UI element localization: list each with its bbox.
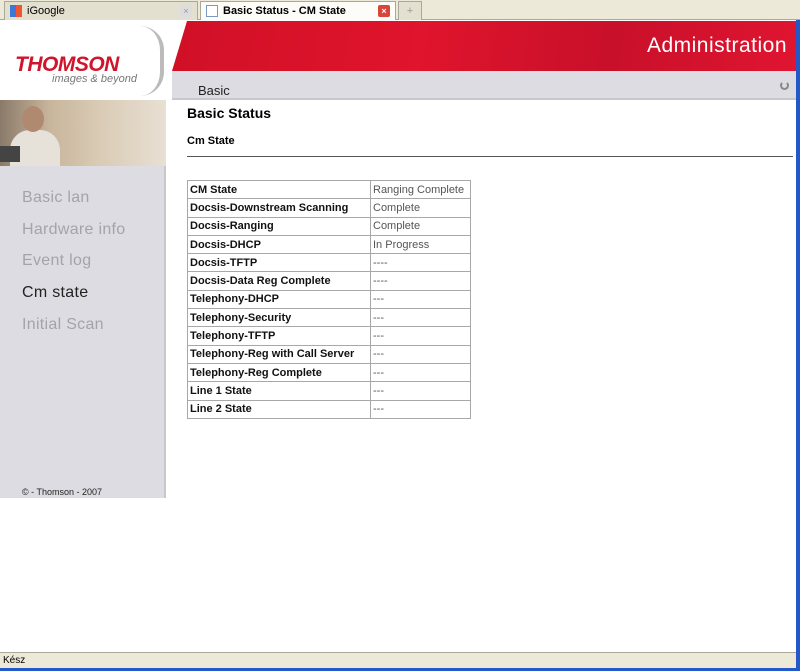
status-text: Kész (3, 655, 26, 666)
row-label: CM State (187, 179, 371, 200)
sidebar: Basic lan Hardware info Event log Cm sta… (0, 100, 166, 498)
header-banner: Administration (172, 21, 796, 71)
sidebar-item-hardware-info[interactable]: Hardware info (22, 221, 126, 239)
table-row: Line 2 State --- (187, 399, 471, 419)
sidebar-item-event-log[interactable]: Event log (22, 252, 91, 270)
table-row: Docsis-Data Reg Complete ---- (187, 271, 471, 291)
close-tab-icon[interactable]: × (378, 5, 390, 17)
table-row: Telephony-TFTP --- (187, 326, 471, 346)
loading-spinner-icon (780, 81, 789, 90)
row-label: Docsis-Downstream Scanning (187, 198, 371, 218)
page-title: Basic Status (187, 105, 272, 121)
tab-label: Basic Status - CM State (223, 5, 346, 17)
sidebar-item-basic-lan[interactable]: Basic lan (22, 189, 90, 207)
tab-igoogle[interactable]: iGoogle × (4, 1, 198, 20)
row-label: Docsis-TFTP (187, 253, 371, 273)
row-value: In Progress (370, 234, 471, 255)
row-label: Telephony-Reg Complete (187, 362, 371, 383)
table-row: Docsis-Downstream Scanning Complete (187, 198, 471, 218)
google-icon (10, 5, 22, 17)
cm-state-table: CM State Ranging Complete Docsis-Downstrea… (187, 179, 471, 419)
row-value: Complete (370, 216, 471, 236)
sidebar-item-cm-state[interactable]: Cm state (22, 284, 88, 302)
logo-swoosh-icon (140, 26, 164, 96)
row-label: Docsis-Ranging (187, 216, 371, 236)
header-photo (0, 100, 166, 166)
page: THOMSON images & beyond Administration B… (0, 21, 796, 651)
new-tab-button[interactable]: + (398, 1, 422, 20)
table-row: Docsis-TFTP ---- (187, 253, 471, 273)
plus-icon: + (406, 5, 414, 17)
row-value: --- (370, 399, 471, 419)
row-label: Telephony-Reg with Call Server (187, 344, 371, 364)
tab-label: iGoogle (27, 5, 65, 17)
row-label: Docsis-DHCP (187, 234, 371, 255)
table-row: Line 1 State --- (187, 381, 471, 401)
row-value: --- (370, 326, 471, 346)
row-value: ---- (370, 253, 471, 273)
sidebar-item-initial-scan[interactable]: Initial Scan (22, 316, 104, 334)
nav-basic[interactable]: Basic (198, 83, 230, 98)
row-value: Ranging Complete (370, 179, 471, 200)
row-value: --- (370, 289, 471, 310)
table-row: Docsis-Ranging Complete (187, 216, 471, 236)
row-label: Docsis-Data Reg Complete (187, 271, 371, 291)
row-label: Line 2 State (187, 399, 371, 419)
row-label: Telephony-Security (187, 308, 371, 328)
brand-tagline: images & beyond (52, 73, 137, 85)
row-value: --- (370, 381, 471, 401)
table-row: Telephony-DHCP --- (187, 289, 471, 310)
main-content: Basic Status Cm State (187, 105, 272, 147)
status-bar: Kész (0, 652, 800, 668)
row-value: --- (370, 362, 471, 383)
logo: THOMSON images & beyond (0, 21, 185, 99)
close-tab-icon[interactable]: × (180, 5, 192, 17)
copyright: © - Thomson - 2007 (22, 487, 103, 497)
table-row: Telephony-Security --- (187, 308, 471, 328)
row-label: Line 1 State (187, 381, 371, 401)
table-row: Telephony-Reg Complete --- (187, 362, 471, 383)
row-value: --- (370, 308, 471, 328)
page-icon (206, 5, 218, 17)
row-value: --- (370, 344, 471, 364)
row-label: Telephony-TFTP (187, 326, 371, 346)
row-label: Telephony-DHCP (187, 289, 371, 310)
divider (187, 156, 793, 157)
section-title: Administration (646, 34, 787, 57)
row-value: Complete (370, 198, 471, 218)
tab-basic-status[interactable]: Basic Status - CM State × (200, 1, 396, 20)
table-row: Telephony-Reg with Call Server --- (187, 344, 471, 364)
row-value: ---- (370, 271, 471, 291)
browser-tab-bar: iGoogle × Basic Status - CM State × + (0, 0, 800, 20)
window-border (796, 20, 800, 671)
section-subtitle: Cm State (187, 135, 235, 147)
table-row: CM State Ranging Complete (187, 179, 471, 200)
top-nav: Basic (172, 71, 796, 100)
table-row: Docsis-DHCP In Progress (187, 234, 471, 255)
